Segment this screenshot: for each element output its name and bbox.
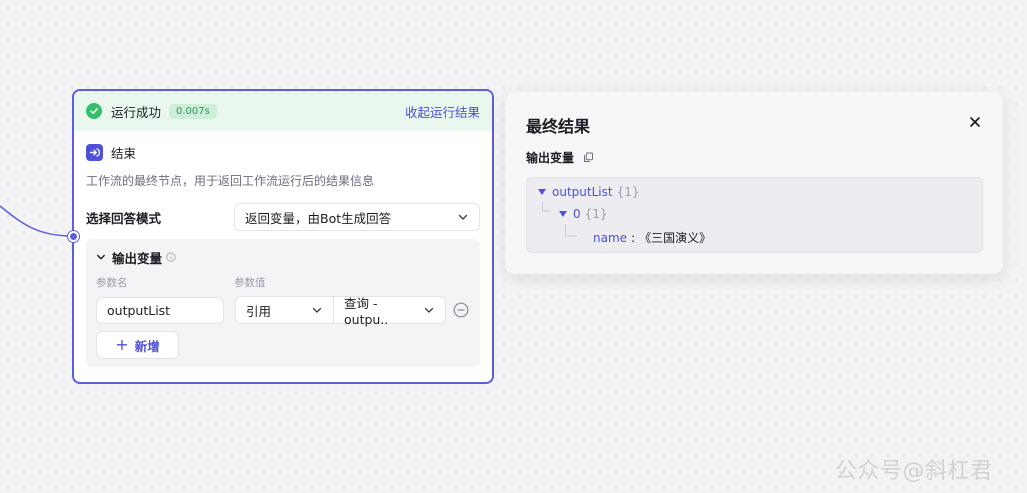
caret-down-icon[interactable] (559, 211, 567, 217)
tree-root-count: {1} (616, 185, 640, 199)
tree-root-key: outputList (552, 185, 613, 199)
input-port-handle[interactable] (68, 231, 79, 242)
plus-icon: + (115, 335, 129, 354)
param-name-input[interactable]: outputList (96, 296, 224, 324)
answer-mode-value: 返回变量，由Bot生成回答 (245, 210, 392, 226)
output-variables-header[interactable]: 输出变量 (96, 249, 470, 266)
caret-down-icon[interactable] (538, 189, 546, 195)
close-icon[interactable] (968, 115, 982, 129)
tree-leaf-colon: : (631, 230, 636, 245)
col-param-name: 参数名 (96, 277, 128, 289)
end-node-icon (86, 144, 103, 161)
run-result-bar: 运行成功 0.007s 收起运行结果 (74, 91, 492, 131)
result-output-label: 输出变量 (526, 151, 575, 165)
tree-node-child[interactable]: 0 {1} (559, 207, 608, 221)
add-variable-button[interactable]: + 新增 (96, 331, 179, 359)
collapse-run-result-link[interactable]: 收起运行结果 (405, 102, 480, 121)
ref-value-text: 查询 - outpu.. (344, 296, 389, 327)
ref-type-select[interactable]: 引用 (235, 296, 334, 324)
ref-type-value: 引用 (246, 303, 272, 319)
answer-mode-label: 选择回答模式 (86, 210, 162, 226)
ref-value-select[interactable]: 查询 - outpu.. (334, 296, 446, 327)
answer-mode-select[interactable]: 返回变量，由Bot生成回答 (234, 203, 480, 231)
answer-mode-row: 选择回答模式 返回变量，由Bot生成回答 (74, 203, 492, 231)
tree-child-count: {1} (584, 207, 608, 221)
run-time-badge: 0.007s (169, 103, 217, 119)
node-description: 工作流的最终节点，用于返回工作流运行后的结果信息 (86, 174, 375, 188)
watermark-text: 公众号@斜杠君 (835, 459, 993, 484)
result-json-tree: outputList {1} 0 {1} name : 《三国演义》 (526, 177, 983, 253)
chevron-down-icon (311, 304, 323, 316)
result-output-header: 输出变量 (526, 149, 594, 166)
output-variables-panel: 输出变量 参数名 参数值 outputList 引用 查询 - outpu.. (86, 239, 480, 367)
end-node-card[interactable]: 运行成功 0.007s 收起运行结果 结束 工作流的最终节点，用于返回工作流运行… (72, 89, 494, 384)
add-variable-label: 新增 (134, 338, 160, 354)
output-column-headers: 参数名 参数值 (96, 275, 470, 290)
info-icon[interactable] (166, 252, 176, 262)
collapse-chevron-icon[interactable] (96, 252, 106, 262)
col-param-value: 参数值 (234, 277, 266, 289)
tree-child-key: 0 (573, 207, 581, 221)
copy-icon[interactable] (583, 152, 594, 163)
chevron-down-icon (423, 304, 435, 316)
node-header: 结束 (74, 131, 492, 162)
node-title: 结束 (111, 146, 137, 161)
output-variable-row: outputList 引用 查询 - outpu.. (96, 296, 470, 327)
final-result-title: 最终结果 (526, 117, 591, 136)
remove-circle-icon[interactable] (453, 302, 469, 318)
final-result-panel: 最终结果 输出变量 outputList {1} 0 {1} name : 《三… (505, 92, 1003, 274)
tree-node-root[interactable]: outputList {1} (538, 185, 639, 199)
tree-node-leaf: name : 《三国演义》 (593, 229, 711, 246)
tree-leaf-value: 《三国演义》 (639, 231, 712, 245)
output-variables-title: 输出变量 (112, 250, 163, 266)
check-circle-icon (86, 103, 102, 119)
chevron-down-icon (457, 211, 469, 223)
tree-leaf-key: name (593, 230, 628, 245)
run-status-text: 运行成功 (111, 104, 162, 120)
